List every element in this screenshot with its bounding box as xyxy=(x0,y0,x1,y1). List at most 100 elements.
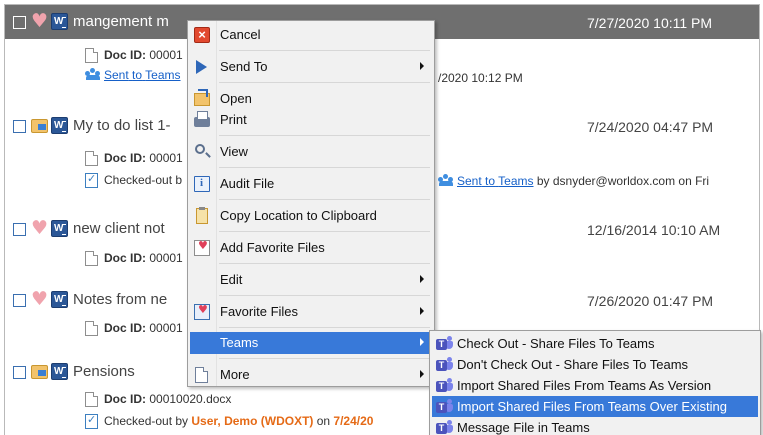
page-icon xyxy=(85,48,98,63)
doc-date: 7/27/2020 10:11 PM xyxy=(587,15,713,31)
menu-label: Send To xyxy=(220,59,268,74)
heart-icon xyxy=(31,10,48,32)
page-icon xyxy=(85,392,98,407)
shared-date: /2020 10:12 PM xyxy=(438,71,523,85)
submenu-arrow-icon xyxy=(420,62,424,70)
menu-separator xyxy=(219,199,430,200)
menu-item-view[interactable]: View xyxy=(190,141,432,163)
menu-label: Copy Location to Clipboard xyxy=(220,208,377,223)
menu-label: Open xyxy=(220,91,252,106)
checked-out-date: 7/24/20 xyxy=(333,414,374,428)
menu-separator xyxy=(219,358,430,359)
menu-separator xyxy=(219,263,430,264)
menu-label: Edit xyxy=(220,272,243,287)
doc-id-label: Doc ID: xyxy=(104,48,146,62)
magnifier-icon xyxy=(195,144,205,154)
doc-id-value: 00001 xyxy=(149,321,183,335)
doc-id-label: Doc ID: xyxy=(104,151,146,165)
sent-to-teams-link[interactable]: Sent to Teams xyxy=(457,174,534,188)
context-menu: × Cancel Send To Open Print View Audit F… xyxy=(187,20,435,387)
page-icon xyxy=(85,321,98,336)
menu-label: View xyxy=(220,144,248,159)
page-icon xyxy=(85,251,98,266)
checked-out-prefix: Checked-out by xyxy=(104,414,192,428)
printer-icon xyxy=(194,111,210,127)
menu-item-audit-file[interactable]: Audit File xyxy=(190,173,432,195)
cancel-icon: × xyxy=(194,27,210,43)
menu-label: Import Shared Files From Teams As Versio… xyxy=(457,378,712,393)
menu-item-open[interactable]: Open xyxy=(190,88,432,110)
doc-id-label: Doc ID: xyxy=(104,251,146,265)
add-favorite-icon xyxy=(194,239,210,256)
doc-title: Pensions xyxy=(73,363,135,380)
teams-icon: T xyxy=(436,378,453,393)
teams-icon: T xyxy=(436,336,453,351)
doc-title: new client not xyxy=(73,220,165,237)
doc-id-value: 00001 xyxy=(149,48,183,62)
submenu-arrow-icon xyxy=(420,338,424,346)
submenu-item-dont-check-out-share[interactable]: T Don't Check Out - Share Files To Teams xyxy=(432,354,758,375)
teams-submenu: T Check Out - Share Files To Teams T Don… xyxy=(429,330,761,435)
menu-separator xyxy=(219,82,430,83)
doc-id-label: Doc ID: xyxy=(104,321,146,335)
menu-separator xyxy=(219,135,430,136)
menu-item-cancel[interactable]: × Cancel xyxy=(190,24,432,46)
submenu-item-check-out-share[interactable]: T Check Out - Share Files To Teams xyxy=(432,333,758,354)
checkout-check-icon xyxy=(85,172,98,188)
checked-out-text: Checked-out b xyxy=(104,173,183,187)
submenu-item-import-over-existing[interactable]: T Import Shared Files From Teams Over Ex… xyxy=(432,396,758,417)
submenu-arrow-icon xyxy=(420,307,424,315)
clipboard-icon xyxy=(196,207,208,224)
row-checkbox[interactable] xyxy=(13,120,26,133)
menu-label: Add Favorite Files xyxy=(220,240,325,255)
sent-to-teams-link[interactable]: Sent to Teams xyxy=(104,68,181,82)
menu-item-copy-location[interactable]: Copy Location to Clipboard xyxy=(190,205,432,227)
menu-separator xyxy=(219,327,430,328)
checkout-check-icon xyxy=(85,413,98,429)
doc-id-value: 00001 xyxy=(149,151,183,165)
teams-people-icon xyxy=(85,68,101,80)
teams-icon: T xyxy=(436,399,453,414)
teams-share-line: Sent to Teams xyxy=(85,68,181,86)
row-checkbox[interactable] xyxy=(13,223,26,236)
menu-item-favorite-files[interactable]: Favorite Files xyxy=(190,301,432,323)
submenu-arrow-icon xyxy=(420,275,424,283)
menu-separator xyxy=(219,295,430,296)
checked-out-user: User, Demo (WDOXT) xyxy=(191,414,314,428)
word-doc-icon: W xyxy=(51,220,68,237)
menu-label: Print xyxy=(220,112,247,127)
doc-id-value: 00010020.docx xyxy=(149,392,232,406)
submenu-item-import-as-version[interactable]: T Import Shared Files From Teams As Vers… xyxy=(432,375,758,396)
menu-label: More xyxy=(220,367,250,382)
doc-date: 7/26/2020 01:47 PM xyxy=(587,293,714,309)
shared-by-text: by dsnyder@worldox.com on Fri xyxy=(533,174,710,188)
heart-icon xyxy=(31,288,48,310)
word-doc-icon: W xyxy=(51,117,68,134)
doc-title: mangement m xyxy=(73,13,169,30)
word-doc-icon: W xyxy=(51,13,68,30)
menu-item-edit[interactable]: Edit xyxy=(190,269,432,291)
menu-label: Audit File xyxy=(220,176,275,191)
menu-label: Cancel xyxy=(220,27,261,42)
send-to-icon xyxy=(196,60,207,74)
row-checkbox[interactable] xyxy=(13,16,26,29)
word-doc-icon: W xyxy=(51,291,68,308)
checked-out-on: on xyxy=(313,414,334,428)
doc-title: Notes from ne xyxy=(73,291,168,308)
checked-out-icon xyxy=(31,119,48,133)
row-checkbox[interactable] xyxy=(13,294,26,307)
menu-item-print[interactable]: Print xyxy=(190,109,432,131)
page-icon xyxy=(85,151,98,166)
menu-item-send-to[interactable]: Send To xyxy=(190,56,432,78)
menu-label: Message File in Teams xyxy=(457,420,590,435)
submenu-item-message-file[interactable]: T Message File in Teams xyxy=(432,417,758,435)
teams-people-icon xyxy=(438,174,454,186)
menu-label: Check Out - Share Files To Teams xyxy=(457,336,655,351)
teams-icon: T xyxy=(436,420,453,435)
menu-item-teams[interactable]: Teams xyxy=(190,332,432,354)
row-checkbox[interactable] xyxy=(13,366,26,379)
doc-title: My to do list 1- xyxy=(73,117,171,134)
menu-item-more[interactable]: More xyxy=(190,364,432,386)
menu-item-add-favorite[interactable]: Add Favorite Files xyxy=(190,237,432,259)
menu-label: Favorite Files xyxy=(220,304,299,319)
